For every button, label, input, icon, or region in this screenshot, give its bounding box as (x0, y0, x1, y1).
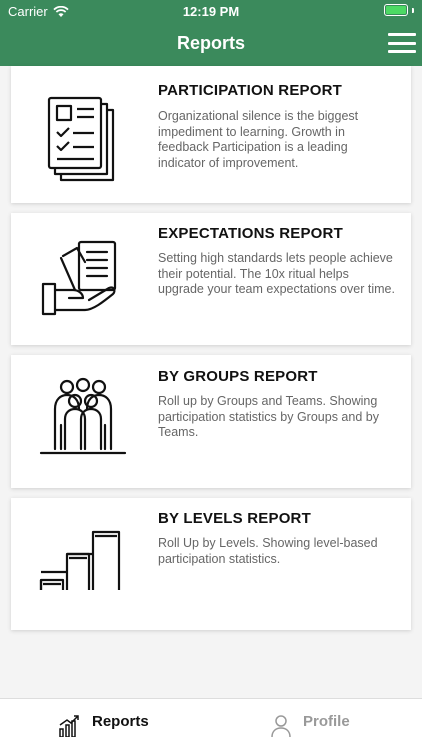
tab-profile[interactable]: Profile (271, 699, 350, 750)
card-title: PARTICIPATION REPORT (158, 82, 342, 99)
card-title: BY GROUPS REPORT (158, 368, 318, 385)
card-title: BY LEVELS REPORT (158, 510, 311, 527)
tab-bar: Reports Profile (0, 698, 422, 750)
battery-icon (384, 4, 408, 16)
card-description: Setting high standards lets people achie… (158, 251, 395, 296)
report-documents-icon (47, 96, 115, 182)
chart-icon (59, 715, 79, 737)
expectations-report-card[interactable]: EXPECTATIONS REPORT Setting high standar… (11, 213, 411, 345)
card-description: Roll Up by Levels. Showing level-based p… (158, 536, 378, 566)
by-levels-report-card[interactable]: BY LEVELS REPORT Roll Up by Levels. Show… (11, 498, 411, 630)
tab-profile-label: Profile (303, 713, 350, 730)
people-group-icon (39, 377, 127, 455)
user-profile-icon (271, 715, 291, 737)
hand-holding-documents-icon (41, 240, 117, 316)
by-groups-report-card[interactable]: BY GROUPS REPORT Roll up by Groups and T… (11, 355, 411, 488)
status-bar: Carrier 12:19 PM (0, 0, 422, 22)
clock: 12:19 PM (182, 4, 240, 19)
levels-steps-icon (39, 530, 121, 590)
card-description: Organizational silence is the biggest im… (158, 109, 359, 170)
card-description: Roll up by Groups and Teams. Showing par… (158, 394, 379, 439)
hamburger-menu-icon[interactable] (388, 33, 416, 53)
card-title: EXPECTATIONS REPORT (158, 225, 343, 242)
navigation-header: Carrier 12:19 PM Reports (0, 0, 422, 66)
tab-reports-label: Reports (92, 713, 149, 730)
tab-reports[interactable]: Reports (58, 699, 149, 750)
participation-report-card[interactable]: PARTICIPATION REPORT Organizational sile… (11, 66, 411, 203)
page-title: Reports (176, 33, 245, 53)
battery-indicator (384, 4, 414, 16)
